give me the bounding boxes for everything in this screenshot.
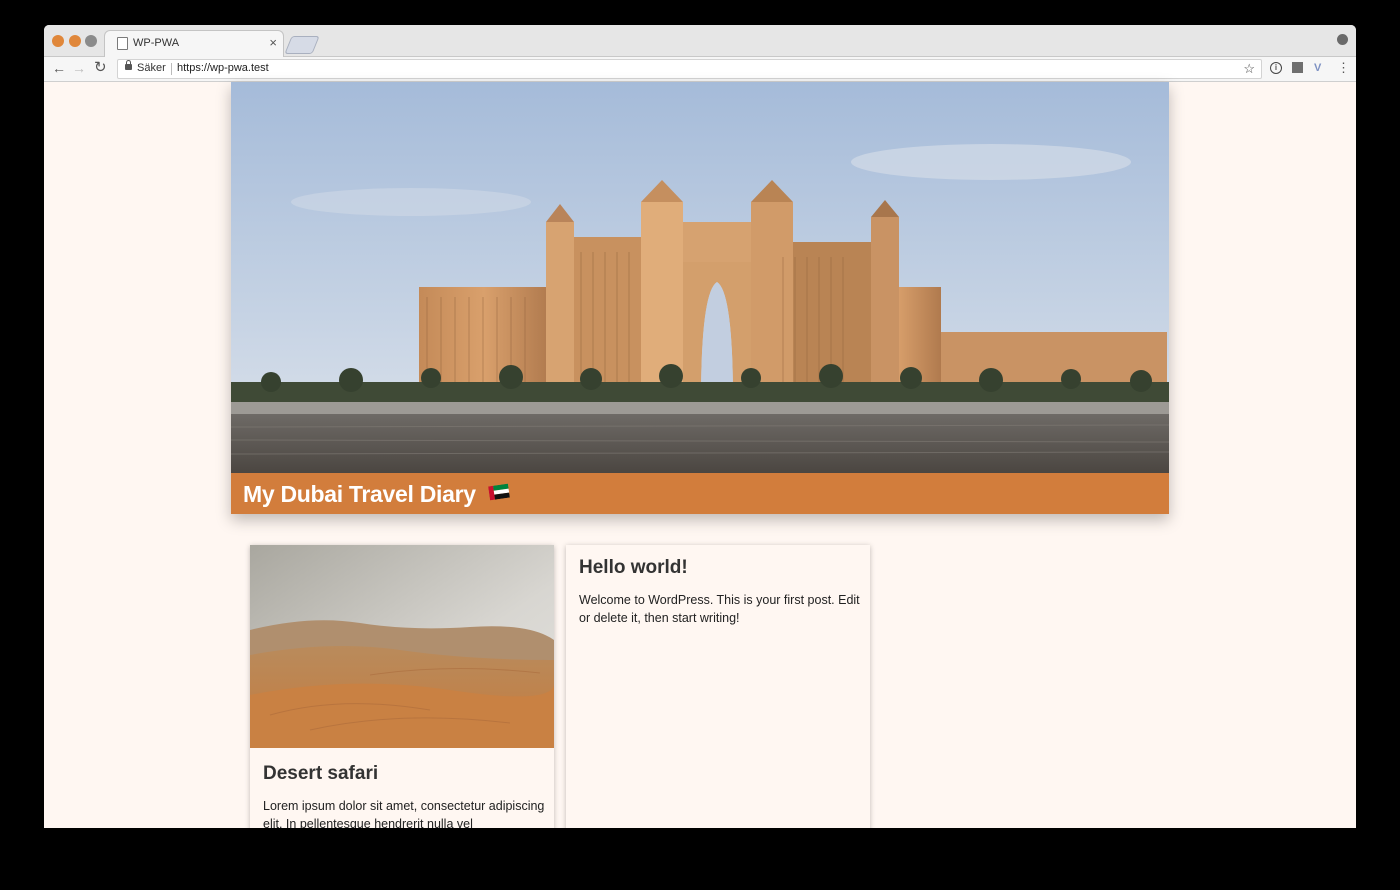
browser-tab[interactable]: WP-PWA ×: [104, 30, 284, 57]
post-card-hello-world[interactable]: Hello world! Welcome to WordPress. This …: [566, 545, 870, 828]
info-extension-icon[interactable]: i: [1270, 62, 1282, 74]
page-content: My Dubai Travel Diary Desert safari Lore…: [44, 82, 1356, 828]
post-card-desert-safari[interactable]: Desert safari Lorem ipsum dolor sit amet…: [250, 545, 554, 828]
extension-icon[interactable]: [1292, 62, 1303, 73]
bookmark-star-icon[interactable]: ☆: [1243, 61, 1255, 77]
window-minimize-button[interactable]: [69, 35, 81, 47]
post-title[interactable]: Hello world!: [579, 557, 688, 579]
post-excerpt: Lorem ipsum dolor sit amet, consectetur …: [263, 799, 545, 828]
forward-icon[interactable]: →: [72, 60, 86, 76]
new-tab-button[interactable]: [284, 36, 320, 54]
vpn-extension-icon[interactable]: V: [1314, 62, 1321, 74]
url-divider: [171, 63, 172, 75]
tab-title: WP-PWA: [133, 37, 180, 49]
site-header: My Dubai Travel Diary: [231, 82, 1169, 514]
lock-icon: [125, 60, 132, 70]
browser-toolbar: ← → ↻ Säker https://wp-pwa.test ☆ i V ⋮: [44, 57, 1356, 82]
window-maximize-button[interactable]: [85, 35, 97, 47]
site-title-bar: My Dubai Travel Diary: [231, 473, 1169, 514]
back-icon[interactable]: ←: [52, 60, 66, 76]
post-excerpt: Welcome to WordPress. This is your first…: [579, 593, 860, 625]
url-text[interactable]: https://wp-pwa.test: [177, 62, 269, 74]
page-icon: [117, 37, 128, 50]
browser-menu-icon[interactable]: ⋮: [1337, 60, 1350, 76]
site-title[interactable]: My Dubai Travel Diary: [243, 481, 476, 508]
post-thumbnail: [250, 545, 554, 748]
reload-icon[interactable]: ↻: [94, 60, 107, 76]
uae-flag-icon: [488, 483, 510, 501]
tab-strip: WP-PWA ×: [44, 25, 1356, 57]
browser-window: WP-PWA × ← → ↻ Säker https://wp-pwa.test…: [44, 25, 1356, 828]
post-title[interactable]: Desert safari: [263, 763, 378, 785]
header-image: [231, 82, 1169, 473]
address-bar[interactable]: Säker https://wp-pwa.test ☆: [117, 59, 1262, 79]
security-label: Säker: [137, 62, 166, 74]
tab-close-icon[interactable]: ×: [269, 35, 277, 50]
window-close-button[interactable]: [52, 35, 64, 47]
profile-icon[interactable]: [1337, 34, 1348, 45]
